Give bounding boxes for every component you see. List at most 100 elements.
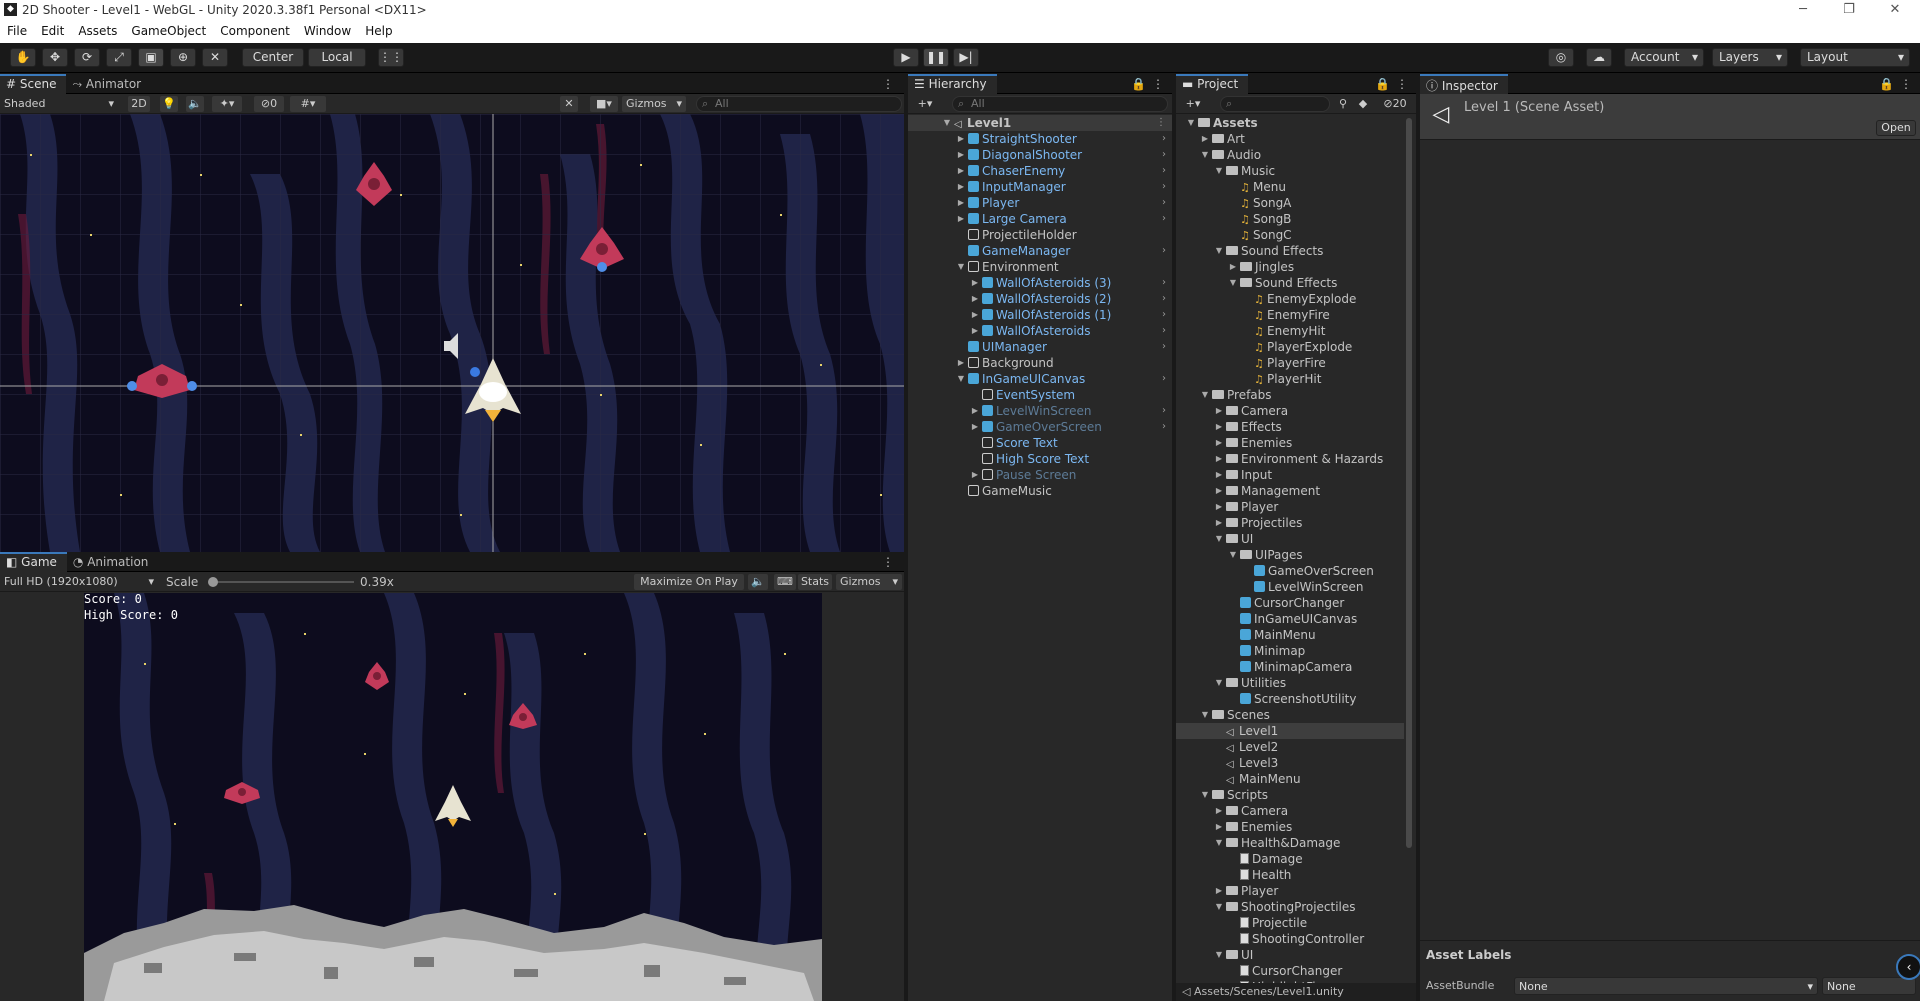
open-prefab-chevron-icon[interactable]: ›	[1162, 291, 1166, 307]
scale-slider-handle[interactable]	[208, 577, 218, 587]
hierarchy-item[interactable]: ▶ Pause Screen	[908, 467, 1172, 483]
lighting-icon[interactable]: 💡	[160, 96, 178, 112]
stats-toggle[interactable]: Stats	[798, 574, 832, 590]
expand-arrow-icon[interactable]: ▶	[956, 179, 966, 195]
more-options-icon[interactable]: ⋮	[1156, 115, 1166, 131]
project-item[interactable]: Health	[1176, 867, 1404, 883]
pause-button[interactable]: ❚❚	[923, 48, 949, 67]
project-item[interactable]: ▼ Scripts	[1176, 787, 1404, 803]
project-item[interactable]: ♫ PlayerHit	[1176, 371, 1404, 387]
collapse-arrow-icon[interactable]: ▼	[956, 259, 966, 275]
expand-arrow-icon[interactable]: ▶	[1214, 419, 1224, 435]
project-item[interactable]: ◁ Level2	[1176, 739, 1404, 755]
menu-assets[interactable]: Assets	[71, 20, 124, 38]
expand-arrow-icon[interactable]: ▶	[956, 211, 966, 227]
transform-tool-icon[interactable]: ⊕	[170, 48, 196, 67]
project-item[interactable]: ▶ Player	[1176, 499, 1404, 515]
project-item[interactable]: ▼ Assets	[1176, 115, 1404, 131]
project-add-button[interactable]: +▾	[1180, 96, 1206, 112]
hierarchy-search-input[interactable]: ⌕ All	[952, 96, 1168, 112]
open-button[interactable]: Open	[1876, 120, 1916, 136]
hierarchy-item[interactable]: ▶ Large Camera ›	[908, 211, 1172, 227]
project-item[interactable]: ▶ Environment & Hazards	[1176, 451, 1404, 467]
asset-bundle-dropdown[interactable]: None ▾	[1514, 977, 1818, 995]
resolution-dropdown[interactable]: Full HD (1920x1080) ▾	[2, 574, 158, 590]
collapse-arrow-icon[interactable]: ▼	[1228, 275, 1238, 291]
search-by-type-icon[interactable]: ⚲	[1334, 96, 1352, 112]
mute-audio-icon[interactable]: 🔈	[748, 574, 768, 590]
project-item[interactable]: ▼ Scenes	[1176, 707, 1404, 723]
effects-icon[interactable]: ✦▾	[212, 96, 242, 112]
project-item[interactable]: GameOverScreen	[1176, 563, 1404, 579]
expand-arrow-icon[interactable]: ▶	[1228, 259, 1238, 275]
project-item[interactable]: ▶ Jingles	[1176, 259, 1404, 275]
search-by-label-icon[interactable]: ◆	[1354, 96, 1372, 112]
expand-arrow-icon[interactable]: ▶	[1214, 883, 1224, 899]
project-item[interactable]: ▶ Camera	[1176, 403, 1404, 419]
project-item[interactable]: InGameUICanvas	[1176, 611, 1404, 627]
open-prefab-chevron-icon[interactable]: ›	[1162, 339, 1166, 355]
tools-icon[interactable]: ✕	[560, 96, 578, 112]
open-prefab-chevron-icon[interactable]: ›	[1162, 211, 1166, 227]
hierarchy-item[interactable]: GameMusic	[908, 483, 1172, 499]
open-prefab-chevron-icon[interactable]: ›	[1162, 195, 1166, 211]
pivot-center-button[interactable]: Center	[242, 48, 304, 67]
project-item[interactable]: ♫ EnemyExplode	[1176, 291, 1404, 307]
expand-arrow-icon[interactable]: ▶	[1214, 819, 1224, 835]
scale-tool-icon[interactable]: ⤢	[106, 48, 132, 67]
project-item[interactable]: ◁ Level3	[1176, 755, 1404, 771]
tab-animator[interactable]: ⤳ Animator	[66, 74, 151, 94]
project-item[interactable]: ♫ SongA	[1176, 195, 1404, 211]
menu-help[interactable]: Help	[358, 20, 399, 38]
scale-slider[interactable]	[208, 577, 354, 587]
collapse-arrow-icon[interactable]: ▼	[1200, 707, 1210, 723]
project-item[interactable]: Damage	[1176, 851, 1404, 867]
project-item[interactable]: CursorChanger	[1176, 963, 1404, 979]
menu-edit[interactable]: Edit	[34, 20, 71, 38]
expand-arrow-icon[interactable]: ▶	[1200, 131, 1210, 147]
open-prefab-chevron-icon[interactable]: ›	[1162, 179, 1166, 195]
project-item[interactable]: ♫ SongC	[1176, 227, 1404, 243]
project-item[interactable]: ▶ Art	[1176, 131, 1404, 147]
project-item[interactable]: ♫ EnemyHit	[1176, 323, 1404, 339]
collapse-arrow-icon[interactable]: ▼	[1214, 835, 1224, 851]
collapse-arrow-icon[interactable]: ▼	[1214, 947, 1224, 963]
collapse-arrow-icon[interactable]: ▼	[942, 115, 952, 131]
expand-arrow-icon[interactable]: ▶	[1214, 435, 1224, 451]
project-item[interactable]: ♫ PlayerFire	[1176, 355, 1404, 371]
hidden-objects-toggle[interactable]: ⊘0	[254, 96, 284, 112]
expand-arrow-icon[interactable]: ▶	[956, 147, 966, 163]
hand-tool-icon[interactable]: ✋	[10, 48, 36, 67]
collapse-arrow-icon[interactable]: ▼	[1200, 147, 1210, 163]
more-options-icon[interactable]: ⋮	[882, 77, 894, 91]
hierarchy-item[interactable]: GameManager ›	[908, 243, 1172, 259]
expand-arrow-icon[interactable]: ▶	[970, 291, 980, 307]
project-item[interactable]: ▼ Prefabs	[1176, 387, 1404, 403]
lock-icon[interactable]: 🔒	[1375, 77, 1390, 91]
more-options-icon[interactable]: ⋮	[1396, 77, 1408, 91]
lock-icon[interactable]: 🔒	[1879, 77, 1894, 91]
collapse-arrow-icon[interactable]: ▼	[1228, 547, 1238, 563]
asset-variant-dropdown[interactable]: None	[1822, 977, 1916, 995]
project-item[interactable]: ▼ UI	[1176, 947, 1404, 963]
project-item[interactable]: ▼ Sound Effects	[1176, 275, 1404, 291]
expand-arrow-icon[interactable]: ▶	[1214, 803, 1224, 819]
play-button[interactable]: ▶	[893, 48, 919, 67]
project-item[interactable]: ♫ Menu	[1176, 179, 1404, 195]
expand-arrow-icon[interactable]: ▶	[970, 467, 980, 483]
grid-snap-icon[interactable]: ⋮⋮	[378, 48, 404, 67]
expand-arrow-icon[interactable]: ▶	[956, 131, 966, 147]
more-options-icon[interactable]: ⋮	[1900, 77, 1912, 91]
hierarchy-item[interactable]: ▶ WallOfAsteroids (3) ›	[908, 275, 1172, 291]
expand-arrow-icon[interactable]: ▶	[1214, 467, 1224, 483]
game-gizmos-dropdown[interactable]: Gizmos ▾	[836, 574, 902, 590]
expand-arrow-icon[interactable]: ▶	[1214, 403, 1224, 419]
project-item[interactable]: ♫ EnemyFire	[1176, 307, 1404, 323]
project-item[interactable]: MainMenu	[1176, 627, 1404, 643]
collapse-arrow-icon[interactable]: ▼	[1214, 899, 1224, 915]
lock-icon[interactable]: 🔒	[1131, 77, 1146, 91]
tab-game[interactable]: ◧ Game	[0, 552, 67, 572]
more-options-icon[interactable]: ⋮	[1152, 77, 1164, 91]
minimize-icon[interactable]: ─	[1780, 0, 1826, 20]
tab-hierarchy[interactable]: ☰ Hierarchy	[908, 74, 997, 94]
